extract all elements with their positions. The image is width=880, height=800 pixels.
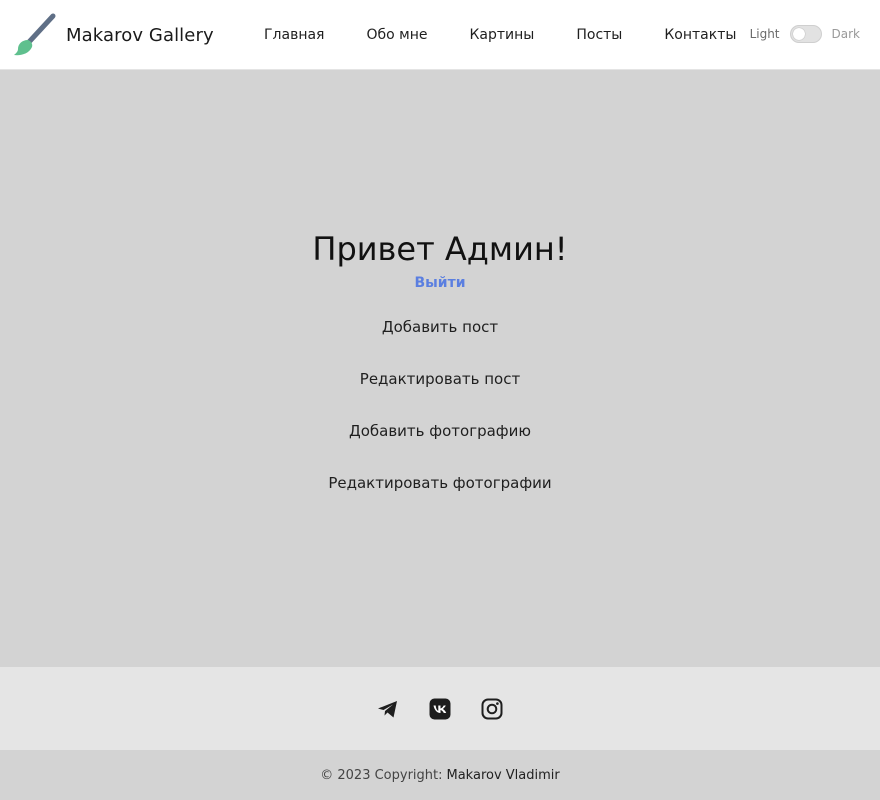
page-title: Привет Админ!	[312, 230, 568, 268]
paintbrush-icon	[14, 13, 56, 56]
telegram-icon[interactable]	[376, 697, 400, 721]
edit-photos-link[interactable]: Редактировать фотографии	[0, 472, 880, 524]
add-post-link[interactable]: Добавить пост	[0, 316, 880, 368]
nav-link-contacts[interactable]: Контакты	[664, 27, 736, 43]
nav-link-about[interactable]: Обо мне	[366, 27, 427, 43]
nav-link-home[interactable]: Главная	[264, 27, 324, 43]
theme-switch[interactable]	[789, 25, 822, 43]
footer: © 2023 Copyright: Makarov Vladimir	[0, 667, 880, 800]
nav-link-paintings[interactable]: Картины	[469, 27, 534, 43]
edit-post-link[interactable]: Редактировать пост	[0, 368, 880, 420]
theme-dark-label: Dark	[831, 27, 860, 41]
admin-actions: Добавить пост Редактировать пост Добавит…	[0, 316, 880, 524]
brand-name: Makarov Gallery	[66, 24, 214, 46]
social-links	[0, 667, 880, 750]
copyright: © 2023 Copyright: Makarov Vladimir	[0, 750, 880, 800]
copyright-owner-link[interactable]: Makarov Vladimir	[447, 768, 560, 783]
theme-toggle: Light Dark	[750, 25, 860, 43]
add-photo-link[interactable]: Добавить фотографию	[0, 420, 880, 472]
admin-panel: Привет Админ! Выйти Добавить пост Редакт…	[0, 70, 880, 667]
logout-link[interactable]: Выйти	[0, 275, 880, 291]
navbar: Makarov Gallery Главная Обо мне Картины …	[0, 0, 880, 70]
copyright-text: © 2023 Copyright:	[320, 767, 443, 783]
brand-link[interactable]: Makarov Gallery	[12, 13, 214, 57]
vk-icon[interactable]	[428, 697, 452, 721]
nav-link-posts[interactable]: Посты	[576, 27, 622, 43]
main-nav: Главная Обо мне Картины Посты Контакты	[264, 0, 778, 70]
theme-light-label: Light	[749, 27, 780, 41]
instagram-icon[interactable]	[480, 697, 504, 721]
